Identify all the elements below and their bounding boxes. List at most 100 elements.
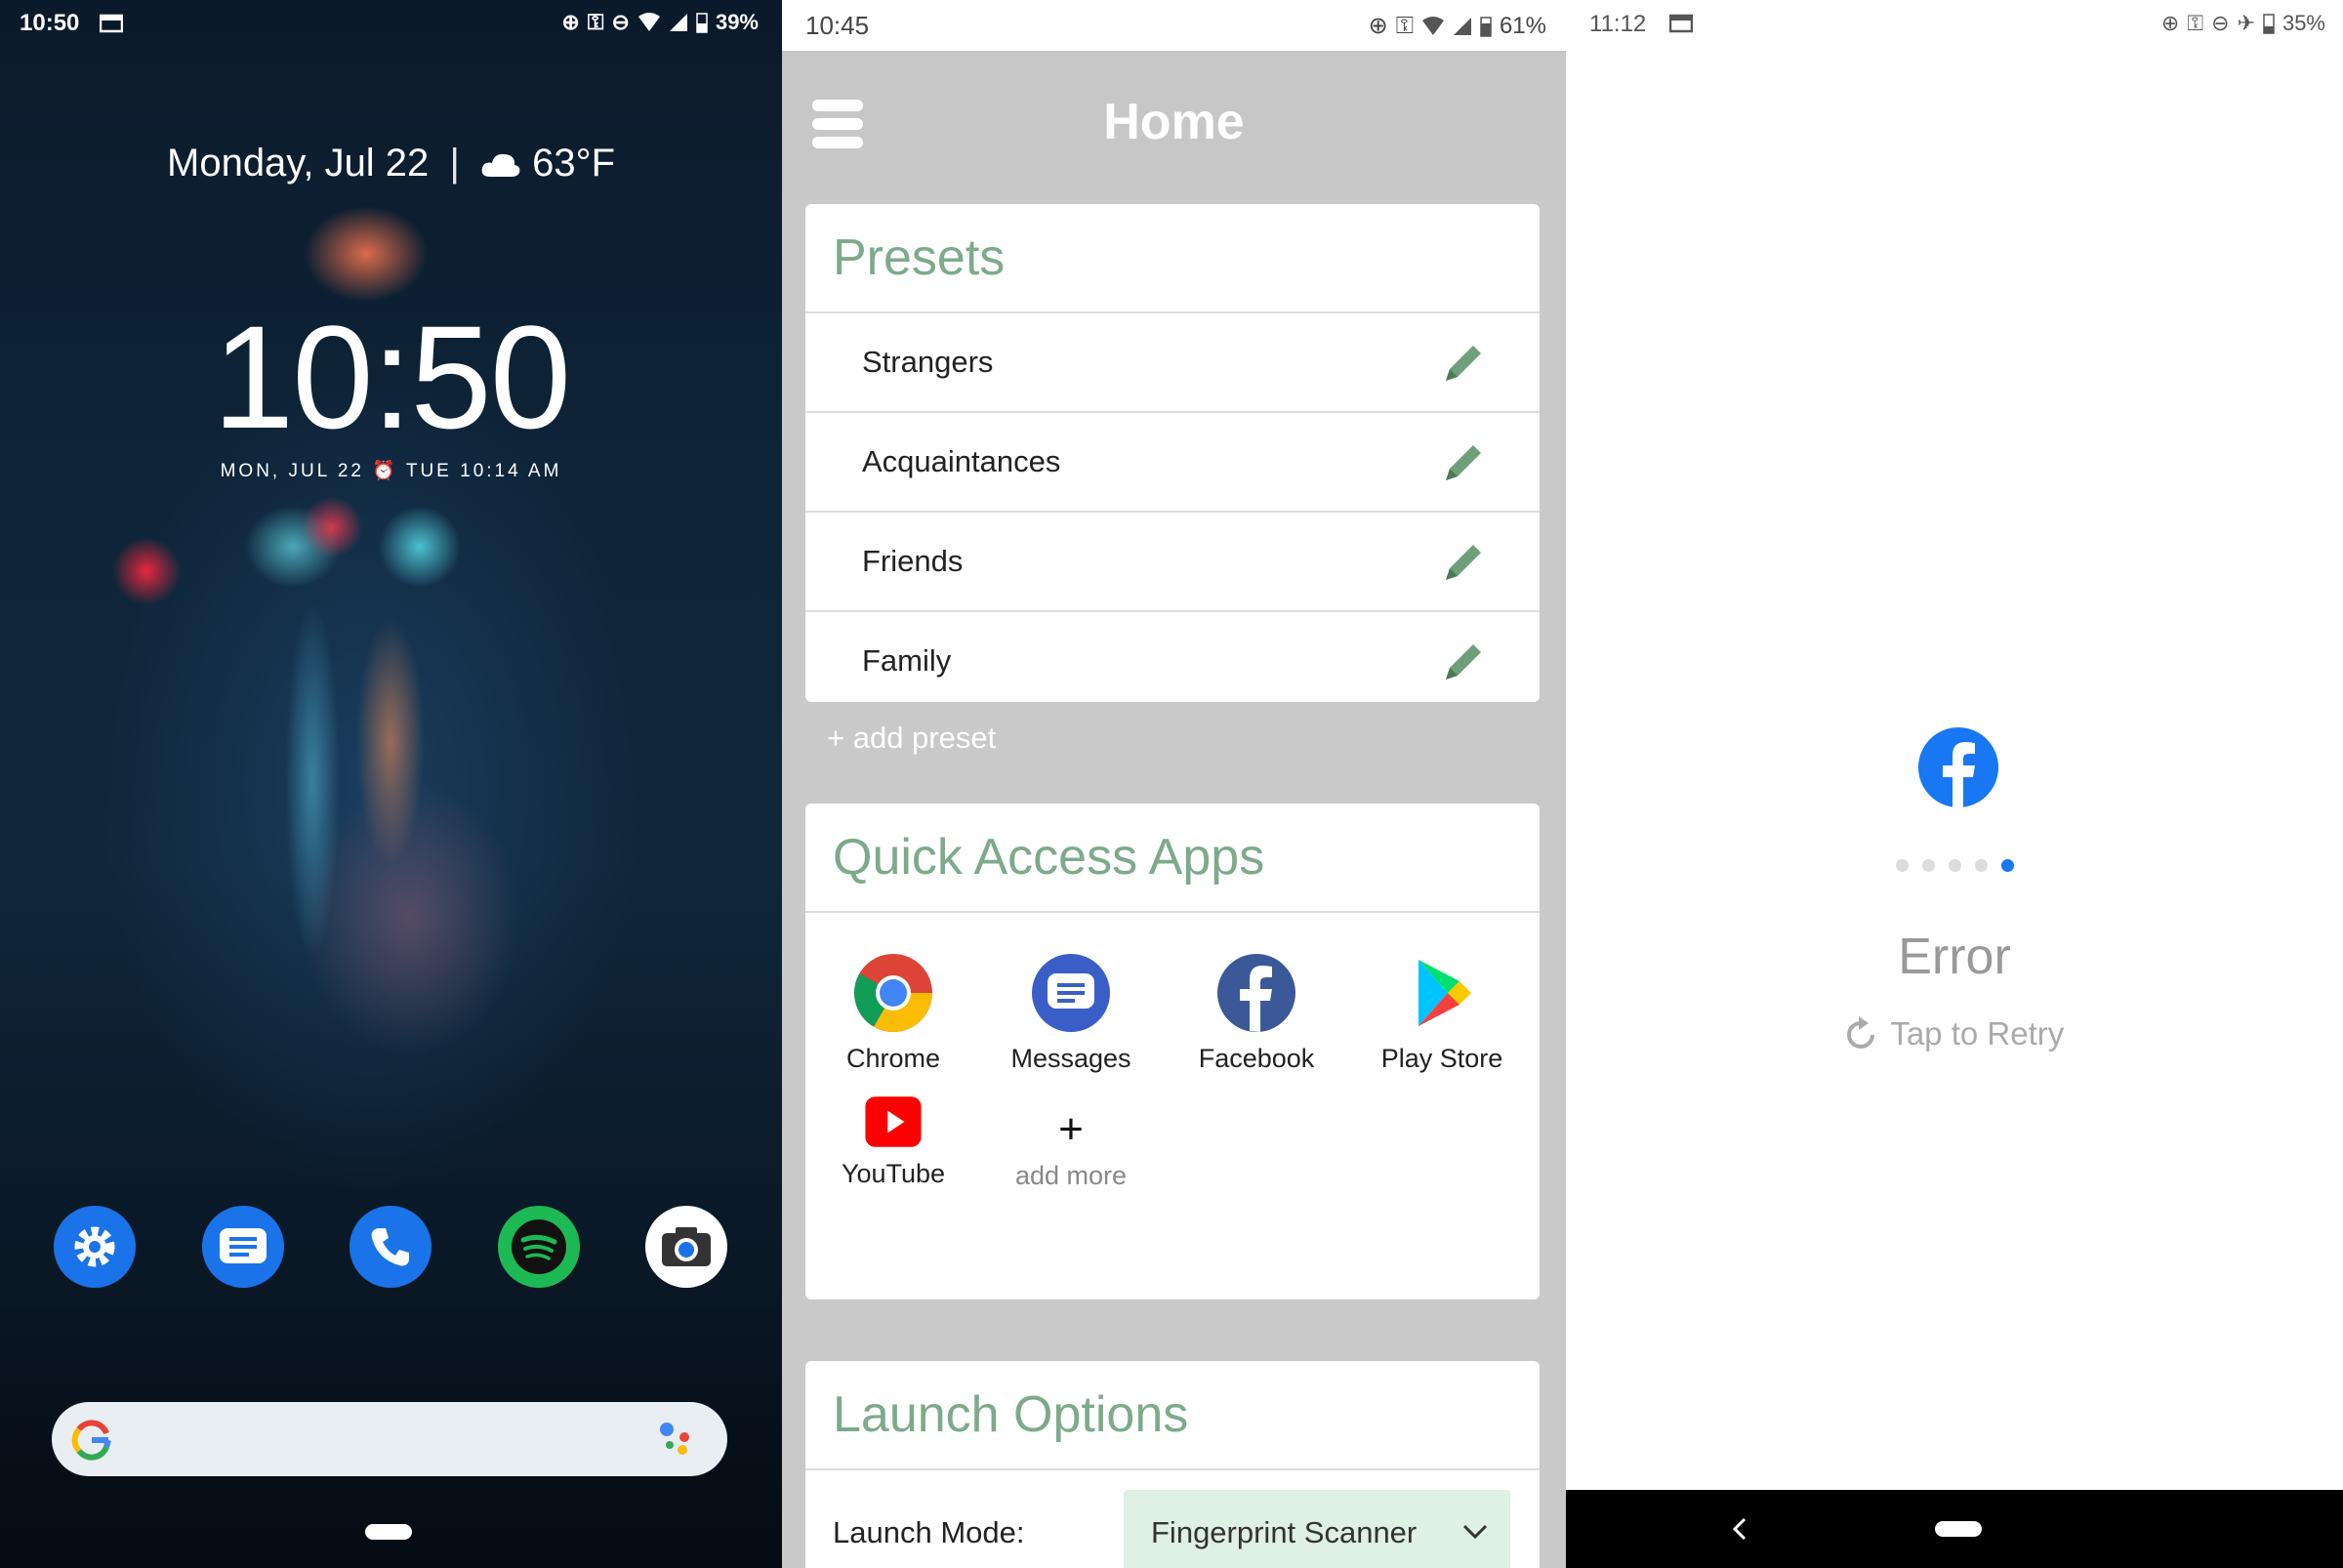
app-label: Facebook (1198, 1044, 1315, 1073)
app-panel: 10:45 ⊕ ⚿ 61% Home Presets Strangers Acq… (782, 0, 1566, 1568)
progress-dot (1921, 859, 1935, 872)
lockscreen-panel: 10:50 ⊕ ⚿ ⊖ 39% Monday, Jul 22 | 63°F 10… (0, 0, 782, 1568)
app-tile-chrome[interactable]: Chrome (805, 952, 981, 1074)
data-saver-icon: ⊕ (561, 10, 580, 34)
google-g-icon (71, 1420, 111, 1461)
spotify-icon[interactable] (497, 1206, 580, 1288)
add-more-button[interactable]: + add more (983, 1108, 1159, 1191)
app-label: Messages (1010, 1044, 1131, 1073)
preset-row[interactable]: Acquaintances (805, 413, 1540, 513)
battery-icon (1480, 16, 1492, 37)
facebook-icon (1918, 727, 1998, 808)
vpn-key-icon: ⚿ (2187, 11, 2204, 35)
preset-row[interactable]: Strangers (805, 313, 1540, 413)
edit-pencil-icon[interactable] (1442, 439, 1487, 484)
calendar-notification-icon (1669, 14, 1693, 33)
next-alarm[interactable]: MON, JUL 22 ⏰ TUE 10:14 AM (0, 459, 782, 482)
chevron-down-icon (1462, 1524, 1488, 1540)
dnd-icon: ⊖ (611, 10, 630, 34)
launch-mode-label: Launch Mode: (833, 1515, 1025, 1549)
progress-dot (1948, 859, 1961, 872)
messages-icon[interactable] (201, 1206, 284, 1288)
progress-dot (1974, 859, 1988, 872)
vpn-key-icon: ⚿ (587, 10, 604, 34)
app-tile-messages[interactable]: Messages (983, 952, 1159, 1074)
wifi-icon (637, 13, 660, 31)
add-more-label: add more (1014, 1161, 1128, 1190)
data-saver-icon: ⊕ (2160, 11, 2180, 35)
dnd-icon: ⊖ (2211, 11, 2230, 35)
launch-mode-value: Fingerprint Scanner (1151, 1515, 1418, 1549)
presets-card: Presets Strangers Acquaintances Friends … (805, 204, 1540, 702)
status-time: 11:12 (1589, 11, 1647, 37)
plus-icon: + (1058, 1105, 1084, 1153)
date-text: Monday, Jul 22 (167, 142, 430, 185)
signal-icon (1453, 17, 1471, 35)
chrome-icon (854, 954, 932, 1032)
preset-label: Acquaintances (862, 444, 1061, 478)
launch-options-title: Launch Options (805, 1361, 1540, 1470)
date-weather-line[interactable]: Monday, Jul 22 | 63°F (0, 142, 782, 186)
camera-icon[interactable] (645, 1206, 727, 1288)
status-bar: 10:45 ⊕ ⚿ 61% (782, 0, 1566, 51)
app-header: Home (782, 51, 1566, 199)
app-tile-youtube[interactable]: YouTube (805, 1093, 981, 1189)
tap-to-retry[interactable]: Tap to Retry (1566, 1015, 2343, 1052)
launch-mode-dropdown[interactable]: Fingerprint Scanner (1124, 1490, 1510, 1568)
add-preset-link[interactable]: + add preset (827, 721, 996, 756)
vpn-key-icon: ⚿ (1395, 12, 1414, 39)
page-title: Home (1103, 94, 1245, 150)
edit-pencil-icon[interactable] (1442, 340, 1487, 385)
facebook-icon (1217, 954, 1295, 1032)
battery-level: 61% (1499, 12, 1546, 39)
play-store-icon (1418, 960, 1471, 1026)
refresh-icon (1846, 1016, 1874, 1049)
messages-icon (1032, 954, 1110, 1032)
home-pill[interactable] (1935, 1521, 1982, 1537)
status-icons: ⊕ ⚿ 61% (1369, 12, 1546, 40)
preset-row[interactable]: Family (805, 612, 1540, 702)
progress-dot (1895, 859, 1909, 872)
preset-label: Family (862, 643, 952, 678)
app-dock (54, 1206, 727, 1288)
presets-title: Presets (805, 204, 1540, 313)
lock-clock: 10:50 (212, 295, 571, 459)
preset-label: Strangers (862, 345, 994, 379)
battery-icon (2263, 14, 2275, 34)
settings-icon[interactable] (54, 1206, 136, 1288)
app-label: Play Store (1380, 1044, 1503, 1073)
edit-pencil-icon[interactable] (1442, 539, 1487, 584)
home-pill[interactable] (365, 1524, 412, 1540)
status-time: 10:50 (20, 10, 80, 36)
data-saver-icon: ⊕ (1368, 13, 1388, 39)
quick-access-title: Quick Access Apps (805, 804, 1540, 913)
status-icons: ⊕ ⚿ ⊖ ✈ 35% (2161, 11, 2325, 36)
assistant-icon[interactable] (655, 1420, 698, 1459)
launch-options-card: Launch Options Launch Mode: Fingerprint … (805, 1361, 1540, 1568)
google-search-bar[interactable] (52, 1402, 727, 1476)
edit-pencil-icon[interactable] (1442, 639, 1487, 683)
calendar-notification-icon (99, 14, 124, 38)
phone-icon[interactable] (349, 1206, 432, 1288)
app-tile-facebook[interactable]: Facebook (1169, 952, 1344, 1074)
progress-dot-active (2000, 859, 2014, 872)
cloud-icon (481, 153, 520, 177)
app-tile-play-store[interactable]: Play Store (1354, 952, 1530, 1074)
app-label: YouTube (841, 1159, 946, 1188)
back-icon[interactable] (1730, 1515, 1749, 1543)
error-panel: 11:12 ⊕ ⚿ ⊖ ✈ 35% Error Tap to Retry (1566, 0, 2343, 1568)
status-icons: ⊕ ⚿ ⊖ 39% (561, 10, 759, 35)
battery-level: 39% (715, 10, 759, 34)
error-text: Error (1898, 928, 2011, 985)
preset-row[interactable]: Friends (805, 513, 1540, 612)
app-label: Chrome (845, 1044, 941, 1073)
youtube-icon (865, 1096, 922, 1147)
retry-label: Tap to Retry (1890, 1015, 2065, 1052)
battery-icon (696, 13, 708, 33)
wifi-icon (1421, 16, 1444, 35)
airplane-icon: ✈ (2237, 11, 2255, 35)
signal-icon (669, 14, 687, 31)
status-time: 10:45 (805, 11, 870, 40)
weather-temp: 63°F (532, 142, 615, 185)
battery-level: 35% (2281, 11, 2325, 35)
